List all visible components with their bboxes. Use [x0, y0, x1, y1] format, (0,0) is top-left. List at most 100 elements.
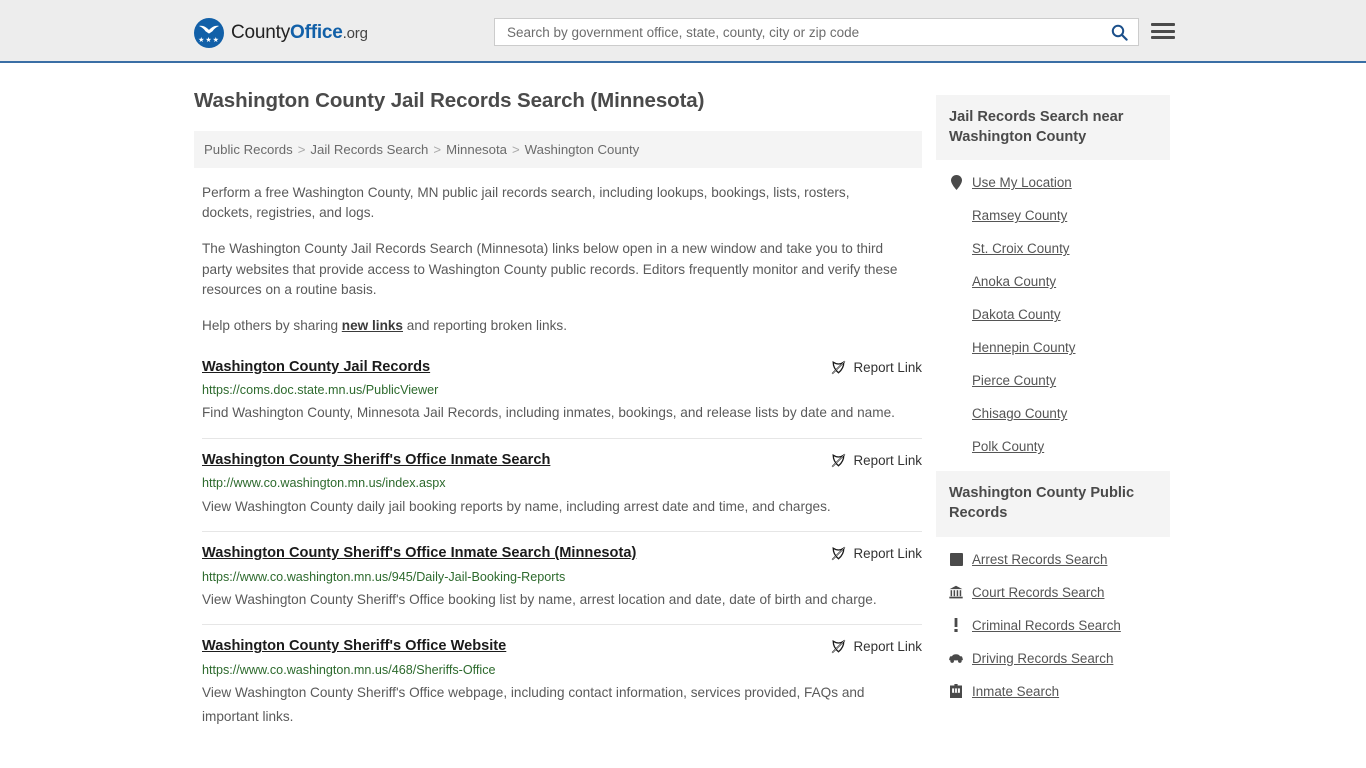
breadcrumb-item-washington-county[interactable]: Washington County: [525, 142, 640, 157]
report-link-button[interactable]: Report Link: [831, 638, 922, 654]
sidebar-item-label[interactable]: Use My Location: [972, 175, 1072, 190]
logo-text: CountyOffice.org: [231, 22, 368, 44]
sidebar-item-label[interactable]: Court Records Search: [972, 585, 1104, 600]
logo-text-county: County: [231, 22, 291, 43]
result-title-link[interactable]: Washington County Jail Records: [202, 359, 430, 377]
sidebar-item-label[interactable]: Criminal Records Search: [972, 618, 1121, 633]
exclamation-icon: [949, 618, 963, 633]
sidebar-list-item[interactable]: Use My Location: [936, 166, 1170, 199]
result-url: http://www.co.washington.mn.us/index.asp…: [202, 476, 446, 491]
report-link-label: Report Link: [853, 452, 922, 468]
breadcrumb-item-minnesota[interactable]: Minnesota: [446, 142, 507, 157]
hamburger-menu-icon[interactable]: [1151, 21, 1175, 41]
sidebar-item-label[interactable]: Polk County: [972, 439, 1044, 454]
sidebar-list-item[interactable]: Chisago County: [936, 397, 1170, 430]
intro-paragraph-3: Help others by sharing new links and rep…: [202, 316, 902, 337]
result-description: View Washington County Sheriff's Office …: [202, 685, 865, 724]
sidebar-item-label[interactable]: Pierce County: [972, 373, 1056, 388]
logo-text-tld: .org: [342, 25, 368, 42]
fingerprint-icon: [949, 552, 963, 567]
broken-link-icon: [831, 453, 846, 468]
jail-building-icon: [949, 684, 963, 699]
result-item: Washington County Sheriff's Office Websi…: [202, 624, 922, 741]
sidebar-item-label[interactable]: Ramsey County: [972, 208, 1067, 223]
sidebar-item-label[interactable]: St. Croix County: [972, 241, 1070, 256]
broken-link-icon: [831, 360, 845, 374]
sidebar-nearby-list: Use My Location Ramsey County St. Croix Co…: [936, 160, 1170, 463]
logo-stars: ★★★: [198, 37, 220, 44]
result-description: View Washington County Sheriff's Office …: [202, 591, 877, 607]
courthouse-icon: [949, 585, 963, 600]
sidebar-item-label[interactable]: Driving Records Search: [972, 651, 1113, 666]
sidebar-list-item[interactable]: Ramsey County: [936, 199, 1170, 232]
results-list: Washington County Jail Records Report Lin…: [194, 355, 922, 741]
sidebar-list-item[interactable]: Criminal Records Search: [936, 609, 1170, 642]
sidebar-list-item[interactable]: Driving Records Search: [936, 642, 1170, 675]
intro-text-after-link: and reporting broken links.: [403, 317, 567, 333]
result-description: Find Washington County, Minnesota Jail R…: [202, 405, 895, 421]
sidebar-item-label[interactable]: Arrest Records Search: [972, 552, 1107, 567]
result-url: https://www.co.washington.mn.us/945/Dail…: [202, 569, 566, 584]
intro-paragraph-1: Perform a free Washington County, MN pub…: [202, 184, 850, 221]
sidebar-item-label[interactable]: Hennepin County: [972, 340, 1075, 355]
sidebar-item-label[interactable]: Inmate Search: [972, 684, 1059, 699]
broken-link-icon: [831, 546, 845, 561]
broken-link-icon: [831, 453, 845, 468]
sidebar-item-label[interactable]: Dakota County: [972, 307, 1061, 322]
sidebar: Jail Records Search near Washington Coun…: [936, 63, 1170, 716]
result-title-link[interactable]: Washington County Sheriff's Office Inmat…: [202, 452, 550, 470]
report-link-button[interactable]: Report Link: [831, 359, 922, 375]
main-column: Washington County Jail Records Search (M…: [194, 63, 922, 741]
sidebar-card-nearby: Jail Records Search near Washington Coun…: [936, 95, 1170, 463]
search-box[interactable]: [494, 18, 1139, 46]
intro-paragraph-2: The Washington County Jail Records Searc…: [202, 240, 898, 298]
breadcrumb-item-jail-records-search[interactable]: Jail Records Search: [310, 142, 428, 157]
hamburger-bar: [1151, 36, 1175, 39]
sidebar-public-records-list: Arrest Records Search Court Records Searc…: [936, 537, 1170, 708]
sidebar-list-item[interactable]: Inmate Search: [936, 675, 1170, 708]
intro-text-before-link: Help others by sharing: [202, 317, 342, 333]
result-item: Washington County Sheriff's Office Inmat…: [202, 531, 922, 624]
sidebar-list-item[interactable]: Pierce County: [936, 364, 1170, 397]
report-link-button[interactable]: Report Link: [831, 545, 922, 561]
site-header: ★★★ CountyOffice.org: [0, 0, 1366, 63]
sidebar-list-item[interactable]: Anoka County: [936, 265, 1170, 298]
report-link-button[interactable]: Report Link: [831, 452, 922, 468]
result-title-link[interactable]: Washington County Sheriff's Office Inmat…: [202, 545, 636, 563]
sidebar-list-item[interactable]: Court Records Search: [936, 576, 1170, 609]
intro-section: Perform a free Washington County, MN pub…: [194, 183, 922, 337]
breadcrumb-item-public-records[interactable]: Public Records: [204, 142, 293, 157]
report-link-label: Report Link: [853, 359, 922, 375]
sidebar-list-item[interactable]: St. Croix County: [936, 232, 1170, 265]
site-logo[interactable]: ★★★ CountyOffice.org: [194, 18, 368, 48]
eagle-shield-icon: ★★★: [194, 18, 224, 48]
car-icon: [949, 651, 963, 666]
sidebar-item-label[interactable]: Chisago County: [972, 406, 1067, 421]
logo-text-office: Office: [290, 22, 343, 43]
result-title-link[interactable]: Washington County Sheriff's Office Websi…: [202, 638, 506, 656]
sidebar-card-nearby-title: Jail Records Search near Washington Coun…: [936, 95, 1170, 161]
breadcrumb-separator: >: [297, 141, 306, 157]
sidebar-list-item[interactable]: Polk County: [936, 430, 1170, 463]
broken-link-icon: [831, 639, 845, 654]
new-links-link[interactable]: new links: [342, 318, 403, 333]
result-description: View Washington County daily jail bookin…: [202, 498, 831, 514]
broken-link-icon: [831, 360, 846, 375]
broken-link-icon: [831, 639, 846, 654]
sidebar-list-item[interactable]: Hennepin County: [936, 331, 1170, 364]
breadcrumb-separator: >: [433, 141, 442, 157]
result-url: https://coms.doc.state.mn.us/PublicViewe…: [202, 383, 439, 398]
sidebar-list-item[interactable]: Dakota County: [936, 298, 1170, 331]
result-item: Washington County Jail Records Report Lin…: [202, 355, 922, 438]
page-title: Washington County Jail Records Search (M…: [194, 89, 705, 112]
report-link-label: Report Link: [853, 546, 922, 562]
eagle-wing-shape: [199, 25, 219, 34]
sidebar-item-label[interactable]: Anoka County: [972, 274, 1056, 289]
result-header: Washington County Jail Records Report Lin…: [202, 359, 922, 377]
result-header: Washington County Sheriff's Office Inmat…: [202, 452, 922, 470]
search-icon[interactable]: [1108, 21, 1130, 43]
search-input[interactable]: [505, 23, 1108, 41]
sidebar-list-item[interactable]: Arrest Records Search: [936, 543, 1170, 576]
sidebar-card-public-records-title: Washington County Public Records: [936, 471, 1170, 537]
map-pin-icon: [949, 175, 963, 191]
